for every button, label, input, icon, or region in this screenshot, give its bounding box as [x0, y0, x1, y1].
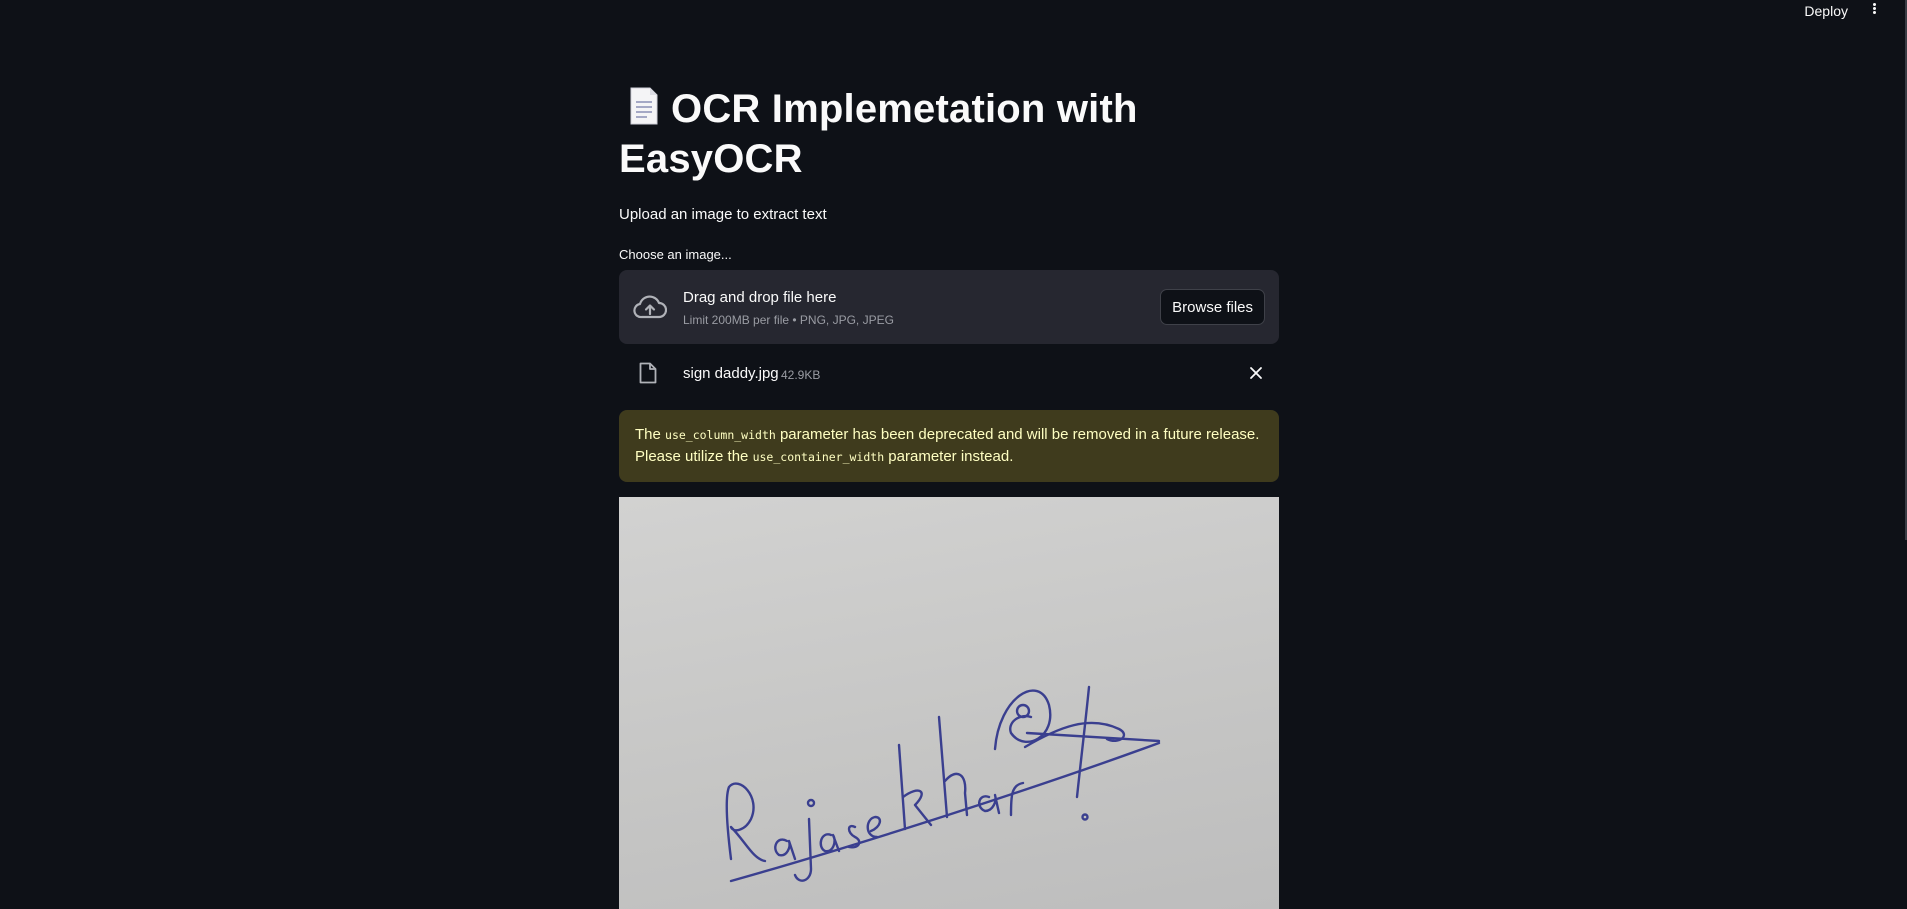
warning-text-post: parameter instead. [884, 448, 1014, 465]
dropzone-limit-text: Limit 200MB per file • PNG, JPG, JPEG [683, 313, 894, 327]
page-title-text: OCR Implemetation with EasyOCR [619, 87, 1138, 181]
cloud-upload-icon [633, 293, 668, 321]
uploaded-file-size: 42.9KB [781, 368, 821, 382]
warning-code-container-width: use_container_width [752, 450, 885, 464]
browse-files-button[interactable]: Browse files [1160, 289, 1265, 325]
kebab-menu-icon[interactable] [1869, 2, 1879, 18]
handwritten-signature [725, 685, 1161, 883]
uploaded-image-preview [619, 497, 1279, 909]
file-icon [639, 362, 657, 384]
deploy-button[interactable]: Deploy [1800, 2, 1852, 20]
uploaded-file-name: sign daddy.jpg [683, 365, 779, 382]
page-facing-up-icon [629, 86, 659, 126]
uploader-label: Choose an image... [619, 247, 732, 262]
page-subtitle: Upload an image to extract text [619, 206, 827, 223]
deprecation-warning: The use_column_width parameter has been … [619, 410, 1279, 482]
file-dropzone[interactable]: Drag and drop file here Limit 200MB per … [619, 270, 1279, 344]
main-content: OCR Implemetation with EasyOCR Upload an… [619, 0, 1279, 909]
dropzone-instructions: Drag and drop file here [683, 289, 837, 306]
warning-text-pre: The [635, 426, 666, 443]
uploaded-file-item: sign daddy.jpg 42.9KB [619, 348, 1279, 400]
page-title: OCR Implemetation with EasyOCR [619, 84, 1279, 184]
warning-code-column-width: use_column_width [665, 428, 776, 442]
close-icon[interactable] [1249, 366, 1263, 380]
